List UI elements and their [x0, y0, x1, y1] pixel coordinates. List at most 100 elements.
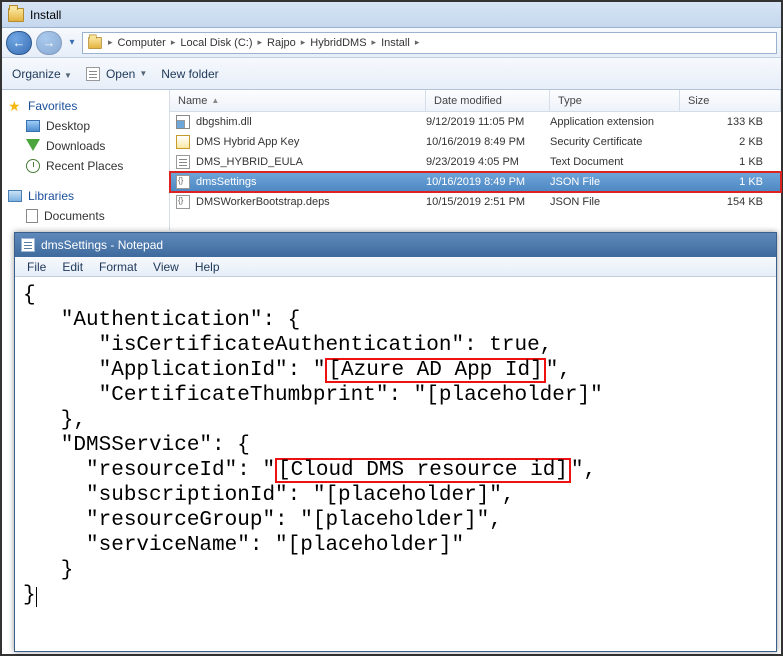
nav-label: Desktop — [46, 119, 90, 133]
document-icon — [26, 209, 38, 223]
text: { — [23, 284, 36, 307]
col-type[interactable]: Type — [550, 90, 680, 111]
nav-downloads[interactable]: Downloads — [6, 136, 165, 156]
caret-icon: ▼ — [64, 71, 72, 80]
new-folder-button[interactable]: New folder — [161, 67, 218, 81]
col-date[interactable]: Date modified — [426, 90, 550, 111]
file-date: 10/16/2019 8:49 PM — [426, 176, 550, 188]
file-icon — [176, 175, 190, 189]
breadcrumb-item[interactable]: Rajpo — [267, 37, 296, 49]
notepad-titlebar[interactable]: dmsSettings - Notepad — [15, 233, 776, 257]
chevron-right-icon: ▸ — [105, 37, 116, 48]
file-row[interactable]: DMSWorkerBootstrap.deps 10/15/2019 2:51 P… — [170, 192, 781, 212]
notepad-editor[interactable]: { "Authentication": { "isCertificateAuth… — [15, 277, 776, 651]
nav-row: ← → ▾ ▸ Computer ▸ Local Disk (C:) ▸ Raj… — [2, 28, 781, 58]
file-date: 10/16/2019 8:49 PM — [426, 136, 550, 148]
file-name: dbgshim.dll — [196, 116, 252, 128]
history-dropdown[interactable]: ▾ — [66, 37, 78, 48]
sort-asc-icon: ▲ — [211, 96, 219, 105]
breadcrumb-item[interactable]: Computer — [118, 37, 166, 49]
file-size: 1 KB — [680, 156, 781, 168]
text: "serviceName": "[placeholder]" — [23, 534, 464, 557]
file-type: Application extension — [550, 116, 680, 128]
libraries-section[interactable]: Libraries — [6, 186, 165, 206]
download-icon — [26, 139, 40, 153]
nav-label: Documents — [44, 209, 105, 223]
file-size: 133 KB — [680, 116, 781, 128]
desktop-icon — [26, 120, 40, 132]
breadcrumb-item[interactable]: HybridDMS — [310, 37, 366, 49]
file-icon — [176, 195, 190, 209]
text: "ApplicationId": " — [23, 359, 325, 382]
open-menu[interactable]: Open ▼ — [86, 67, 147, 81]
text: }, — [23, 409, 86, 432]
col-label: Name — [178, 95, 207, 107]
chevron-right-icon: ▸ — [168, 37, 179, 48]
text: "Authentication": { — [23, 309, 300, 332]
breadcrumb-item[interactable]: Local Disk (C:) — [180, 37, 252, 49]
file-icon — [176, 115, 190, 129]
text: ", — [571, 459, 596, 482]
highlight-resource-id: [Cloud DMS resource id] — [275, 458, 571, 483]
text: "resourceGroup": "[placeholder]", — [23, 509, 502, 532]
star-icon: ★ — [8, 99, 22, 113]
file-type: JSON File — [550, 196, 680, 208]
text: "subscriptionId": "[placeholder]", — [23, 484, 514, 507]
chevron-right-icon: ▸ — [369, 37, 380, 48]
address-bar[interactable]: ▸ Computer ▸ Local Disk (C:) ▸ Rajpo ▸ H… — [82, 32, 777, 54]
favorites-section[interactable]: ★ Favorites — [6, 96, 165, 116]
nav-pane: ★ Favorites Desktop Downloads Recent Pla… — [2, 90, 170, 230]
nav-label: Recent Places — [46, 159, 123, 173]
window-title: Install — [30, 8, 61, 22]
file-date: 10/15/2019 2:51 PM — [426, 196, 550, 208]
open-label: Open — [106, 67, 135, 81]
text: } — [23, 584, 36, 607]
file-date: 9/12/2019 11:05 PM — [426, 116, 550, 128]
file-name: DMSWorkerBootstrap.deps — [196, 196, 330, 208]
file-icon — [176, 135, 190, 149]
file-row[interactable]: dmsSettings10/16/2019 8:49 PMJSON File1 … — [170, 172, 781, 192]
file-row[interactable]: dbgshim.dll 9/12/2019 11:05 PMApplication… — [170, 112, 781, 132]
organize-menu[interactable]: Organize ▼ — [12, 67, 72, 81]
menu-help[interactable]: Help — [189, 260, 226, 274]
breadcrumb-item[interactable]: Install — [381, 37, 410, 49]
text: "CertificateThumbprint": "[placeholder]" — [23, 384, 603, 407]
nav-documents[interactable]: Documents — [6, 206, 165, 226]
back-button[interactable]: ← — [6, 31, 32, 55]
forward-button[interactable]: → — [36, 31, 62, 55]
notepad-icon — [21, 238, 35, 252]
file-size: 154 KB — [680, 196, 781, 208]
folder-icon — [88, 37, 102, 49]
chevron-right-icon: ▸ — [254, 37, 265, 48]
nav-desktop[interactable]: Desktop — [6, 116, 165, 136]
file-type: Text Document — [550, 156, 680, 168]
file-name: DMS Hybrid App Key — [196, 136, 299, 148]
file-row[interactable]: DMS_HYBRID_EULA9/23/2019 4:05 PMText Doc… — [170, 152, 781, 172]
col-name[interactable]: Name ▲ — [170, 90, 426, 111]
notepad-icon — [86, 67, 100, 81]
menu-format[interactable]: Format — [93, 260, 143, 274]
file-header: Name ▲ Date modified Type Size — [170, 90, 781, 112]
highlight-app-id: [Azure AD App Id] — [325, 358, 545, 383]
file-row[interactable]: DMS Hybrid App Key10/16/2019 8:49 PMSecu… — [170, 132, 781, 152]
text-cursor — [36, 587, 37, 607]
text: "isCertificateAuthentication": true, — [23, 334, 552, 357]
nav-recent[interactable]: Recent Places — [6, 156, 165, 176]
col-size[interactable]: Size — [680, 90, 781, 111]
libraries-icon — [8, 190, 22, 202]
file-icon — [176, 155, 190, 169]
text: ", — [546, 359, 571, 382]
organize-label: Organize — [12, 67, 61, 81]
explorer-titlebar[interactable]: Install — [2, 2, 781, 28]
menu-file[interactable]: File — [21, 260, 52, 274]
menu-edit[interactable]: Edit — [56, 260, 89, 274]
file-name: dmsSettings — [196, 176, 257, 188]
favorites-label: Favorites — [28, 99, 77, 113]
file-size: 2 KB — [680, 136, 781, 148]
notepad-title: dmsSettings - Notepad — [41, 238, 163, 252]
text: "resourceId": " — [23, 459, 275, 482]
text: "DMSService": { — [23, 434, 250, 457]
notepad-window: dmsSettings - Notepad File Edit Format V… — [14, 232, 777, 652]
menu-view[interactable]: View — [147, 260, 185, 274]
file-name: DMS_HYBRID_EULA — [196, 156, 303, 168]
